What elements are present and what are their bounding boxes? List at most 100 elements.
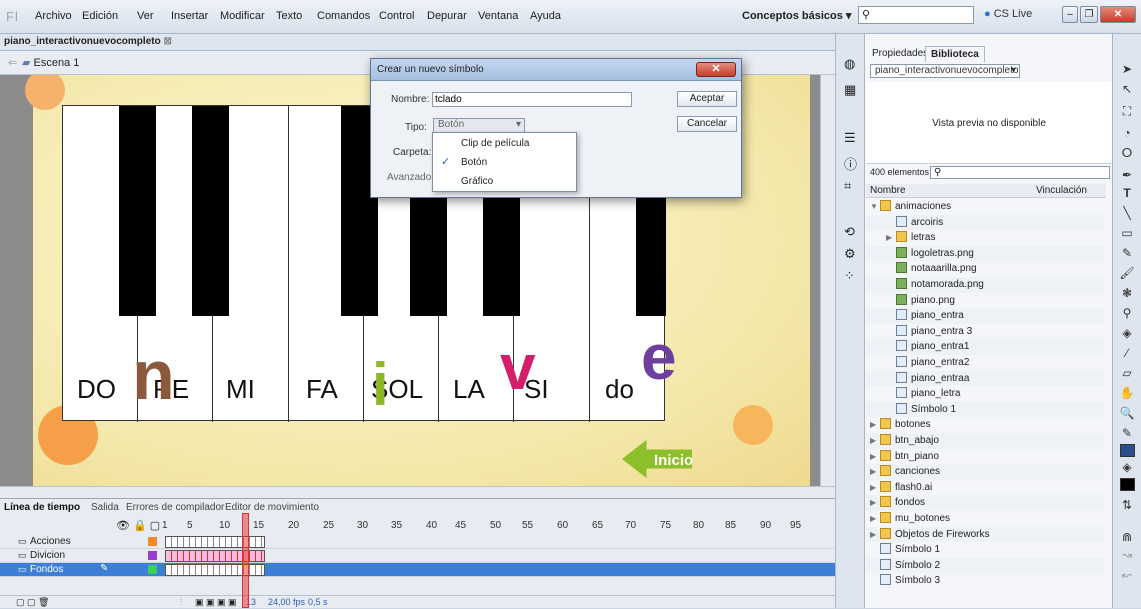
- menu-texto[interactable]: Texto: [276, 10, 302, 22]
- color-icon[interactable]: ◍: [844, 56, 855, 72]
- menu-archivo[interactable]: Archivo: [35, 10, 72, 22]
- library-item[interactable]: ▶ canciones: [866, 464, 1104, 480]
- tab-compiler-errors[interactable]: Errores de compilador: [126, 502, 224, 513]
- layer-row[interactable]: ▭ Divicion: [0, 549, 835, 563]
- expand-arrow-icon[interactable]: ▶: [870, 511, 880, 526]
- swap-colors-icon[interactable]: ⇅: [1117, 498, 1137, 514]
- stroke-color-swatch[interactable]: [1120, 444, 1135, 457]
- layer-row-selected[interactable]: ▭ Fondos ✎: [0, 563, 835, 577]
- expand-arrow-icon[interactable]: ▼: [870, 199, 880, 214]
- library-item[interactable]: notaaarilla.png: [866, 261, 1104, 277]
- layer-frames[interactable]: [165, 564, 265, 576]
- library-item[interactable]: Símbolo 3: [866, 573, 1104, 589]
- library-item[interactable]: piano_entra1: [866, 339, 1104, 355]
- workspace-switcher[interactable]: Conceptos básicos ▾: [742, 9, 851, 22]
- line-tool-icon[interactable]: ╲: [1117, 206, 1137, 222]
- pen-tool-icon[interactable]: ✒: [1117, 168, 1137, 184]
- menu-modificar[interactable]: Modificar: [220, 10, 265, 22]
- menu-insertar[interactable]: Insertar: [171, 10, 208, 22]
- close-window-button[interactable]: ✕: [1100, 6, 1136, 23]
- advanced-toggle[interactable]: Avanzado: [387, 172, 431, 183]
- library-item[interactable]: piano_letra: [866, 386, 1104, 402]
- menu-ayuda[interactable]: Ayuda: [530, 10, 561, 22]
- menu-depurar[interactable]: Depurar: [427, 10, 467, 22]
- straighten-icon[interactable]: ↜: [1117, 568, 1137, 584]
- subselection-tool-icon[interactable]: ↖: [1117, 82, 1137, 98]
- library-item[interactable]: ▶ flash0.ai: [866, 480, 1104, 496]
- stage-vertical-scrollbar[interactable]: [820, 75, 835, 486]
- library-item[interactable]: Símbolo 2: [866, 557, 1104, 574]
- library-item[interactable]: notamorada.png: [866, 277, 1104, 293]
- tab-timeline[interactable]: Línea de tiempo: [4, 502, 80, 513]
- selection-tool-icon[interactable]: ➤: [1117, 62, 1137, 78]
- column-name[interactable]: Nombre: [870, 185, 906, 196]
- library-item[interactable]: piano_entra 3: [866, 324, 1104, 340]
- library-item[interactable]: ▶ btn_piano: [866, 449, 1104, 465]
- library-item[interactable]: piano_entraa: [866, 370, 1104, 387]
- library-item[interactable]: logoletras.png: [866, 245, 1104, 262]
- library-item[interactable]: piano_entra: [866, 308, 1104, 324]
- layer-frames[interactable]: [165, 550, 265, 562]
- transform-icon[interactable]: ⌗: [844, 178, 851, 194]
- library-item[interactable]: ▶ letras: [866, 230, 1104, 246]
- expand-arrow-icon[interactable]: ▶: [870, 464, 880, 479]
- text-tool-icon[interactable]: T: [1117, 186, 1137, 202]
- onion-skin-icons[interactable]: ▣ ▣ ▣ ▣: [195, 597, 237, 608]
- rectangle-tool-icon[interactable]: ▭: [1117, 226, 1137, 242]
- cs-live-button[interactable]: ● CS Live: [984, 8, 1032, 20]
- stroke-color-pencil-icon[interactable]: ✎: [1117, 426, 1137, 442]
- close-icon[interactable]: ⊠: [163, 36, 171, 47]
- expand-arrow-icon[interactable]: ▶: [870, 480, 880, 495]
- layer-row[interactable]: ▭ Acciones: [0, 535, 835, 549]
- symbol-name-input[interactable]: [432, 92, 632, 107]
- expand-arrow-icon[interactable]: ▶: [870, 417, 880, 432]
- smooth-icon[interactable]: ↝: [1117, 548, 1137, 564]
- tab-output[interactable]: Salida: [91, 502, 119, 513]
- menu-ver[interactable]: Ver: [137, 10, 154, 22]
- eraser-tool-icon[interactable]: ▱: [1117, 366, 1137, 382]
- menu-control[interactable]: Control: [379, 10, 414, 22]
- motion-presets-icon[interactable]: ⁘: [844, 268, 855, 284]
- playhead[interactable]: [242, 513, 249, 608]
- type-select[interactable]: Botón ▾: [433, 118, 525, 133]
- visibility-lock-outline-icons[interactable]: 👁 🔒 ▢: [116, 519, 160, 532]
- eyedropper-tool-icon[interactable]: ⁄: [1117, 346, 1137, 362]
- frame-rate[interactable]: 24,00 fps: [268, 597, 305, 607]
- info-icon[interactable]: ⓘ: [844, 154, 857, 173]
- bone-tool-icon[interactable]: ⚲: [1117, 306, 1137, 322]
- tab-library[interactable]: Biblioteca: [925, 46, 985, 62]
- black-key[interactable]: [192, 106, 229, 316]
- expand-arrow-icon[interactable]: ▶: [870, 433, 880, 448]
- zoom-tool-icon[interactable]: 🔍: [1117, 406, 1137, 422]
- scene-label[interactable]: ▰ Escena 1: [22, 56, 79, 69]
- library-item[interactable]: ▶ fondos: [866, 495, 1104, 511]
- expand-arrow-icon[interactable]: ▶: [870, 449, 880, 464]
- expand-arrow-icon[interactable]: ▶: [886, 230, 896, 245]
- column-linkage[interactable]: Vinculación: [1036, 185, 1087, 196]
- lasso-tool-icon[interactable]: ⵔ: [1117, 146, 1137, 162]
- library-document-select[interactable]: piano_interactivonuevocompleto ▾: [870, 64, 1020, 78]
- menu-edicion[interactable]: Edición: [82, 10, 118, 22]
- deco-tool-icon[interactable]: ❃: [1117, 286, 1137, 302]
- layer-frames[interactable]: [165, 536, 265, 548]
- cancel-button[interactable]: Cancelar: [677, 116, 737, 132]
- paint-bucket-tool-icon[interactable]: ◈: [1117, 326, 1137, 342]
- fill-color-swatch[interactable]: [1120, 478, 1135, 491]
- dialog-close-button[interactable]: ✕: [696, 62, 736, 77]
- menu-ventana[interactable]: Ventana: [478, 10, 518, 22]
- option-movie-clip[interactable]: Clip de película: [461, 138, 529, 149]
- help-search-input[interactable]: ⚲: [858, 6, 974, 24]
- expand-arrow-icon[interactable]: ▶: [870, 527, 880, 542]
- minimize-button[interactable]: –: [1062, 6, 1078, 23]
- free-transform-tool-icon[interactable]: ⛶: [1117, 104, 1137, 120]
- pencil-tool-icon[interactable]: ✎: [1117, 246, 1137, 262]
- components-icon[interactable]: ⚙: [844, 246, 856, 262]
- option-graphic[interactable]: Gráfico: [461, 176, 493, 187]
- library-item[interactable]: arcoiris: [866, 214, 1104, 231]
- library-item[interactable]: ▼ animaciones: [866, 199, 1104, 215]
- tab-motion-editor[interactable]: Editor de movimiento: [225, 502, 319, 513]
- stage-horizontal-scrollbar[interactable]: [0, 486, 835, 498]
- align-icon[interactable]: ☰: [844, 130, 856, 146]
- library-item[interactable]: ▶ Objetos de Fireworks: [866, 526, 1104, 543]
- library-item[interactable]: ▶ btn_abajo: [866, 433, 1104, 449]
